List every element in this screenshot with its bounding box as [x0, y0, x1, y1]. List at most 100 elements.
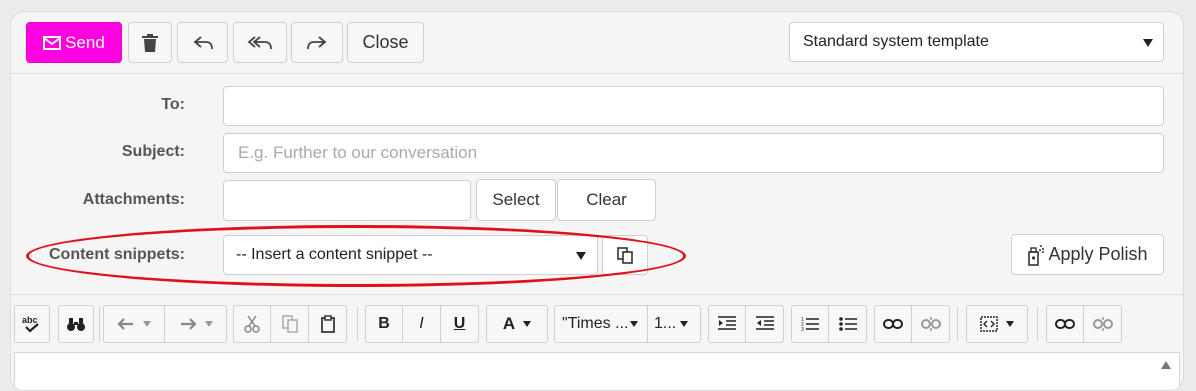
insert-snippet-button[interactable]	[602, 235, 648, 275]
undo-redo-group	[103, 305, 227, 343]
chevron-down-icon	[143, 321, 151, 327]
find-button[interactable]	[58, 305, 94, 343]
subject-label: Subject:	[121, 143, 185, 160]
select-label: Select	[492, 190, 540, 209]
snippets-select[interactable]: -- Insert a content snippet --	[223, 235, 598, 275]
undo-button[interactable]	[103, 305, 165, 343]
binoculars-icon	[67, 318, 85, 331]
spellcheck-button[interactable]: abc	[14, 305, 50, 343]
undo-icon	[117, 318, 133, 330]
apply-polish-label: Apply Polish	[1048, 244, 1148, 264]
list-group: 123	[791, 305, 867, 343]
source-button[interactable]	[966, 305, 1028, 343]
font-family-value: "Times ...	[562, 315, 629, 332]
to-label: To:	[161, 96, 185, 113]
link-group	[874, 305, 950, 343]
paste-icon	[320, 315, 335, 333]
reply-all-icon	[247, 35, 272, 49]
font-family-select[interactable]: "Times ...	[554, 305, 648, 343]
outdent-button[interactable]	[746, 305, 784, 343]
copy-button[interactable]	[271, 305, 309, 343]
clear-label: Clear	[586, 190, 627, 209]
spellcheck-icon: abc	[22, 315, 39, 333]
attachments-field[interactable]	[223, 180, 471, 221]
svg-text:3: 3	[801, 327, 804, 332]
link-icon	[1055, 319, 1075, 329]
redo-button[interactable]	[165, 305, 227, 343]
polish-spray-icon	[1028, 244, 1045, 266]
snippets-value: -- Insert a content snippet --	[236, 246, 433, 263]
snippets-label: Content snippets:	[49, 246, 185, 263]
link-icon	[883, 319, 903, 329]
select-attachment-button[interactable]: Select	[476, 179, 556, 221]
bold-label: B	[378, 315, 390, 332]
editor-body[interactable]	[14, 352, 1180, 390]
close-label: Close	[362, 32, 409, 52]
numbered-list-icon: 123	[801, 317, 819, 332]
chevron-down-icon	[1143, 39, 1153, 47]
indent-button[interactable]	[708, 305, 746, 343]
chevron-down-icon	[204, 321, 213, 327]
reply-all-button[interactable]	[233, 22, 287, 63]
source-code-icon	[980, 316, 998, 332]
chevron-down-icon	[680, 321, 689, 327]
template-value: Standard system template	[803, 33, 989, 50]
delete-button[interactable]	[128, 22, 172, 63]
chevron-down-icon	[1006, 321, 1014, 327]
chevron-down-icon	[576, 252, 586, 260]
clear-attachment-button[interactable]: Clear	[557, 179, 656, 221]
font-size-value: 1...	[654, 315, 677, 332]
envelope-icon	[43, 35, 62, 50]
editor-toolbar: abc B I U A "Times ... 1... 1 2 3	[11, 294, 1183, 354]
scissors-icon	[244, 315, 260, 333]
font-group: "Times ... 1...	[554, 305, 701, 343]
paste-button[interactable]	[309, 305, 347, 343]
unlink-icon	[920, 317, 941, 331]
font-color-button[interactable]: A	[486, 305, 548, 343]
subject-field[interactable]: E.g. Further to our conversation	[223, 133, 1164, 173]
to-field[interactable]	[223, 86, 1164, 126]
link-button-2[interactable]	[1046, 305, 1084, 343]
underline-label: U	[453, 315, 466, 332]
close-button[interactable]: Close	[347, 22, 424, 63]
apply-polish-button[interactable]: Apply Polish	[1011, 234, 1164, 275]
attachments-label: Attachments:	[82, 191, 185, 208]
svg-text:abc: abc	[22, 315, 38, 325]
numbered-list-button[interactable]: 123	[791, 305, 829, 343]
outdent-icon	[755, 316, 774, 330]
chevron-down-icon	[630, 321, 639, 327]
bold-button[interactable]: B	[365, 305, 403, 343]
indent-group	[708, 305, 784, 343]
chevron-down-icon	[523, 321, 532, 327]
bullet-list-button[interactable]	[829, 305, 867, 343]
bullet-list-icon	[838, 317, 857, 331]
redo-icon	[180, 318, 197, 330]
underline-button[interactable]: U	[441, 305, 479, 343]
reply-button[interactable]	[177, 22, 228, 63]
text-style-group: B I U	[365, 305, 479, 343]
unlink-button-2[interactable]	[1084, 305, 1122, 343]
send-label: Send	[65, 32, 105, 52]
italic-label: I	[419, 315, 424, 332]
trash-icon	[142, 33, 158, 52]
unlink-icon	[1092, 317, 1113, 331]
template-select[interactable]: Standard system template	[789, 22, 1164, 62]
reply-icon	[193, 35, 213, 49]
email-composer-panel: Send Close Standard system template To: …	[10, 11, 1184, 391]
unlink-button[interactable]	[912, 305, 950, 343]
forward-icon	[307, 35, 327, 49]
subject-placeholder: E.g. Further to our conversation	[238, 143, 478, 162]
link-button[interactable]	[874, 305, 912, 343]
composer-toolbar: Send Close Standard system template	[11, 12, 1183, 74]
font-size-select[interactable]: 1...	[648, 305, 701, 343]
italic-button[interactable]: I	[403, 305, 441, 343]
clipboard-group	[233, 305, 347, 343]
copy-icon	[281, 315, 298, 333]
indent-icon	[718, 316, 736, 330]
clipboard-icon	[617, 247, 633, 264]
font-color-label: A	[502, 314, 516, 333]
cut-button[interactable]	[233, 305, 271, 343]
forward-button[interactable]	[291, 22, 343, 63]
link-group-2	[1046, 305, 1122, 343]
send-button[interactable]: Send	[26, 22, 122, 63]
